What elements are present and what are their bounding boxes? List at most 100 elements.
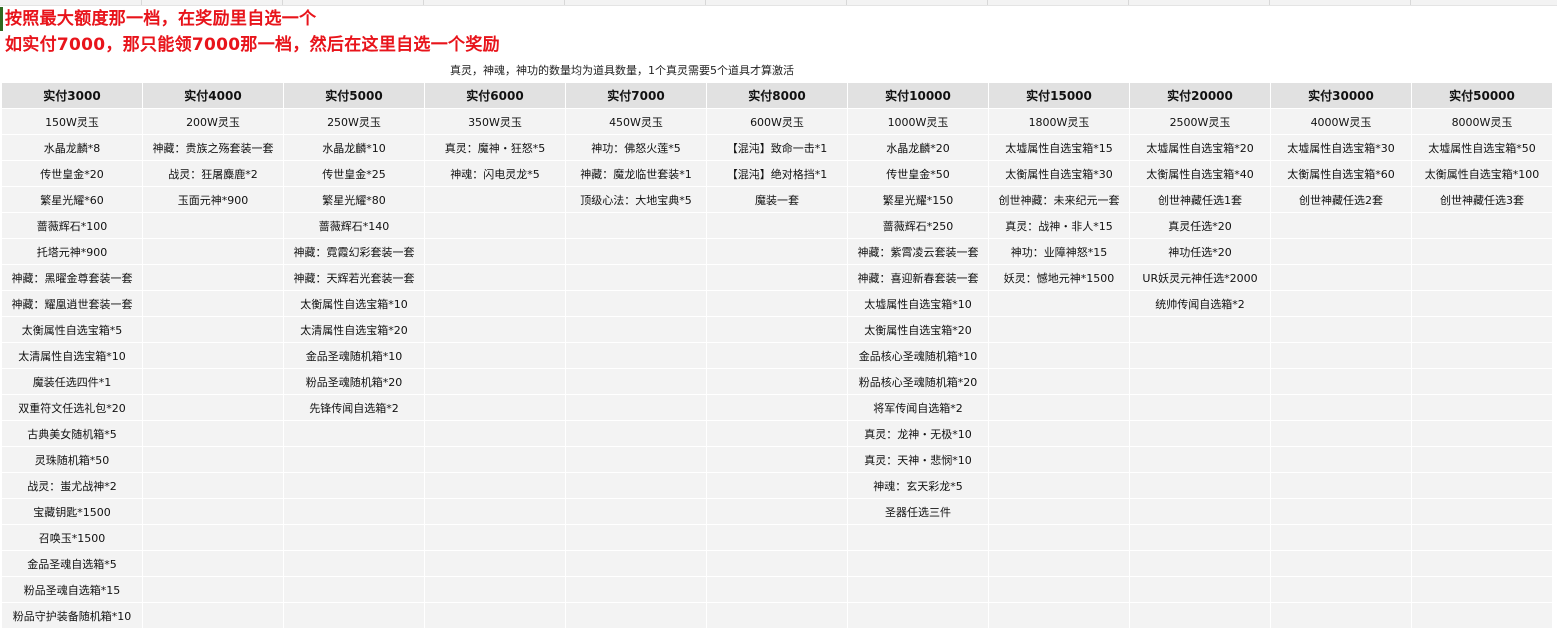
reward-cell[interactable] (706, 524, 848, 551)
reward-cell[interactable] (706, 420, 848, 447)
reward-cell[interactable] (706, 264, 848, 291)
reward-cell[interactable] (1270, 446, 1412, 473)
reward-cell[interactable] (565, 212, 707, 239)
reward-cell[interactable]: 太清属性自选宝箱*20 (283, 316, 425, 343)
reward-cell[interactable] (565, 394, 707, 421)
reward-cell[interactable] (1411, 576, 1553, 603)
reward-cell[interactable] (988, 498, 1130, 525)
reward-cell[interactable] (706, 446, 848, 473)
reward-cell[interactable] (1411, 524, 1553, 551)
reward-cell[interactable] (1129, 316, 1271, 343)
reward-cell[interactable] (142, 316, 284, 343)
reward-cell[interactable] (1270, 576, 1412, 603)
reward-cell[interactable] (142, 446, 284, 473)
reward-cell[interactable] (988, 342, 1130, 369)
reward-cell[interactable]: 4000W灵玉 (1270, 108, 1412, 135)
reward-cell[interactable] (1411, 238, 1553, 265)
reward-cell[interactable] (142, 212, 284, 239)
reward-cell[interactable]: 太清属性自选宝箱*10 (1, 342, 143, 369)
reward-cell[interactable]: 神藏：喜迎新春套装一套 (847, 264, 989, 291)
reward-cell[interactable] (1411, 472, 1553, 499)
reward-cell[interactable] (565, 602, 707, 629)
reward-cell[interactable]: 战灵：蚩尤战神*2 (1, 472, 143, 499)
reward-cell[interactable] (142, 238, 284, 265)
reward-cell[interactable]: 太衡属性自选宝箱*100 (1411, 160, 1553, 187)
reward-cell[interactable] (1129, 420, 1271, 447)
reward-cell[interactable] (988, 472, 1130, 499)
reward-cell[interactable] (283, 420, 425, 447)
reward-cell[interactable] (1129, 342, 1271, 369)
reward-cell[interactable] (142, 290, 284, 317)
reward-cell[interactable]: 神藏：耀凰逍世套装一套 (1, 290, 143, 317)
reward-cell[interactable]: 蔷薇辉石*100 (1, 212, 143, 239)
reward-cell[interactable]: 太墟属性自选宝箱*10 (847, 290, 989, 317)
reward-cell[interactable]: 粉品守护装备随机箱*10 (1, 602, 143, 629)
reward-cell[interactable] (1411, 498, 1553, 525)
reward-cell[interactable] (565, 368, 707, 395)
reward-cell[interactable] (565, 342, 707, 369)
reward-cell[interactable] (988, 446, 1130, 473)
reward-cell[interactable] (1129, 472, 1271, 499)
reward-cell[interactable] (424, 524, 566, 551)
reward-cell[interactable]: 神藏：魔龙临世套装*1 (565, 160, 707, 187)
reward-cell[interactable] (1270, 342, 1412, 369)
reward-cell[interactable] (1270, 264, 1412, 291)
reward-cell[interactable] (1411, 212, 1553, 239)
reward-cell[interactable] (1129, 394, 1271, 421)
reward-cell[interactable]: 繁星光耀*60 (1, 186, 143, 213)
reward-cell[interactable]: 1000W灵玉 (847, 108, 989, 135)
reward-cell[interactable] (565, 238, 707, 265)
reward-cell[interactable] (1270, 550, 1412, 577)
reward-cell[interactable]: 真灵任选*20 (1129, 212, 1271, 239)
reward-cell[interactable] (565, 446, 707, 473)
reward-cell[interactable] (565, 550, 707, 577)
reward-cell[interactable]: 灵珠随机箱*50 (1, 446, 143, 473)
reward-cell[interactable] (283, 602, 425, 629)
reward-cell[interactable] (565, 524, 707, 551)
reward-cell[interactable]: UR妖灵元神任选*2000 (1129, 264, 1271, 291)
reward-cell[interactable]: 粉品圣魂自选箱*15 (1, 576, 143, 603)
reward-cell[interactable] (565, 290, 707, 317)
reward-cell[interactable] (1411, 368, 1553, 395)
tier-header[interactable]: 实付10000 (847, 82, 989, 109)
reward-cell[interactable] (142, 264, 284, 291)
reward-cell[interactable] (424, 394, 566, 421)
reward-cell[interactable]: 战灵：狂屠麋鹿*2 (142, 160, 284, 187)
reward-cell[interactable] (565, 472, 707, 499)
reward-cell[interactable]: 真灵：魔神・狂怒*5 (424, 134, 566, 161)
reward-cell[interactable] (424, 576, 566, 603)
reward-cell[interactable] (142, 472, 284, 499)
reward-cell[interactable]: 200W灵玉 (142, 108, 284, 135)
reward-cell[interactable]: 神魂：玄天彩龙*5 (847, 472, 989, 499)
reward-cell[interactable] (1411, 602, 1553, 629)
reward-cell[interactable] (1270, 420, 1412, 447)
reward-cell[interactable] (988, 420, 1130, 447)
reward-cell[interactable]: 水晶龙麟*10 (283, 134, 425, 161)
reward-cell[interactable]: 金品圣魂自选箱*5 (1, 550, 143, 577)
reward-cell[interactable] (1270, 524, 1412, 551)
reward-cell[interactable] (424, 472, 566, 499)
reward-cell[interactable]: 金品核心圣魂随机箱*10 (847, 342, 989, 369)
reward-cell[interactable] (1129, 368, 1271, 395)
tier-header[interactable]: 实付5000 (283, 82, 425, 109)
reward-cell[interactable] (706, 212, 848, 239)
reward-cell[interactable] (706, 394, 848, 421)
reward-cell[interactable] (142, 368, 284, 395)
reward-cell[interactable]: 250W灵玉 (283, 108, 425, 135)
reward-cell[interactable] (706, 550, 848, 577)
reward-cell[interactable]: 太墟属性自选宝箱*30 (1270, 134, 1412, 161)
reward-cell[interactable] (1129, 446, 1271, 473)
reward-cell[interactable] (988, 316, 1130, 343)
reward-cell[interactable]: 真灵：战神・非人*15 (988, 212, 1130, 239)
reward-cell[interactable]: 神功任选*20 (1129, 238, 1271, 265)
reward-cell[interactable] (424, 446, 566, 473)
reward-cell[interactable] (1411, 420, 1553, 447)
reward-cell[interactable] (1411, 316, 1553, 343)
reward-cell[interactable]: 古典美女随机箱*5 (1, 420, 143, 447)
reward-cell[interactable]: 玉面元神*900 (142, 186, 284, 213)
reward-cell[interactable]: 8000W灵玉 (1411, 108, 1553, 135)
reward-cell[interactable]: 蔷薇辉石*140 (283, 212, 425, 239)
reward-cell[interactable]: 神藏：紫霄凌云套装一套 (847, 238, 989, 265)
reward-cell[interactable] (706, 498, 848, 525)
tier-header[interactable]: 实付6000 (424, 82, 566, 109)
